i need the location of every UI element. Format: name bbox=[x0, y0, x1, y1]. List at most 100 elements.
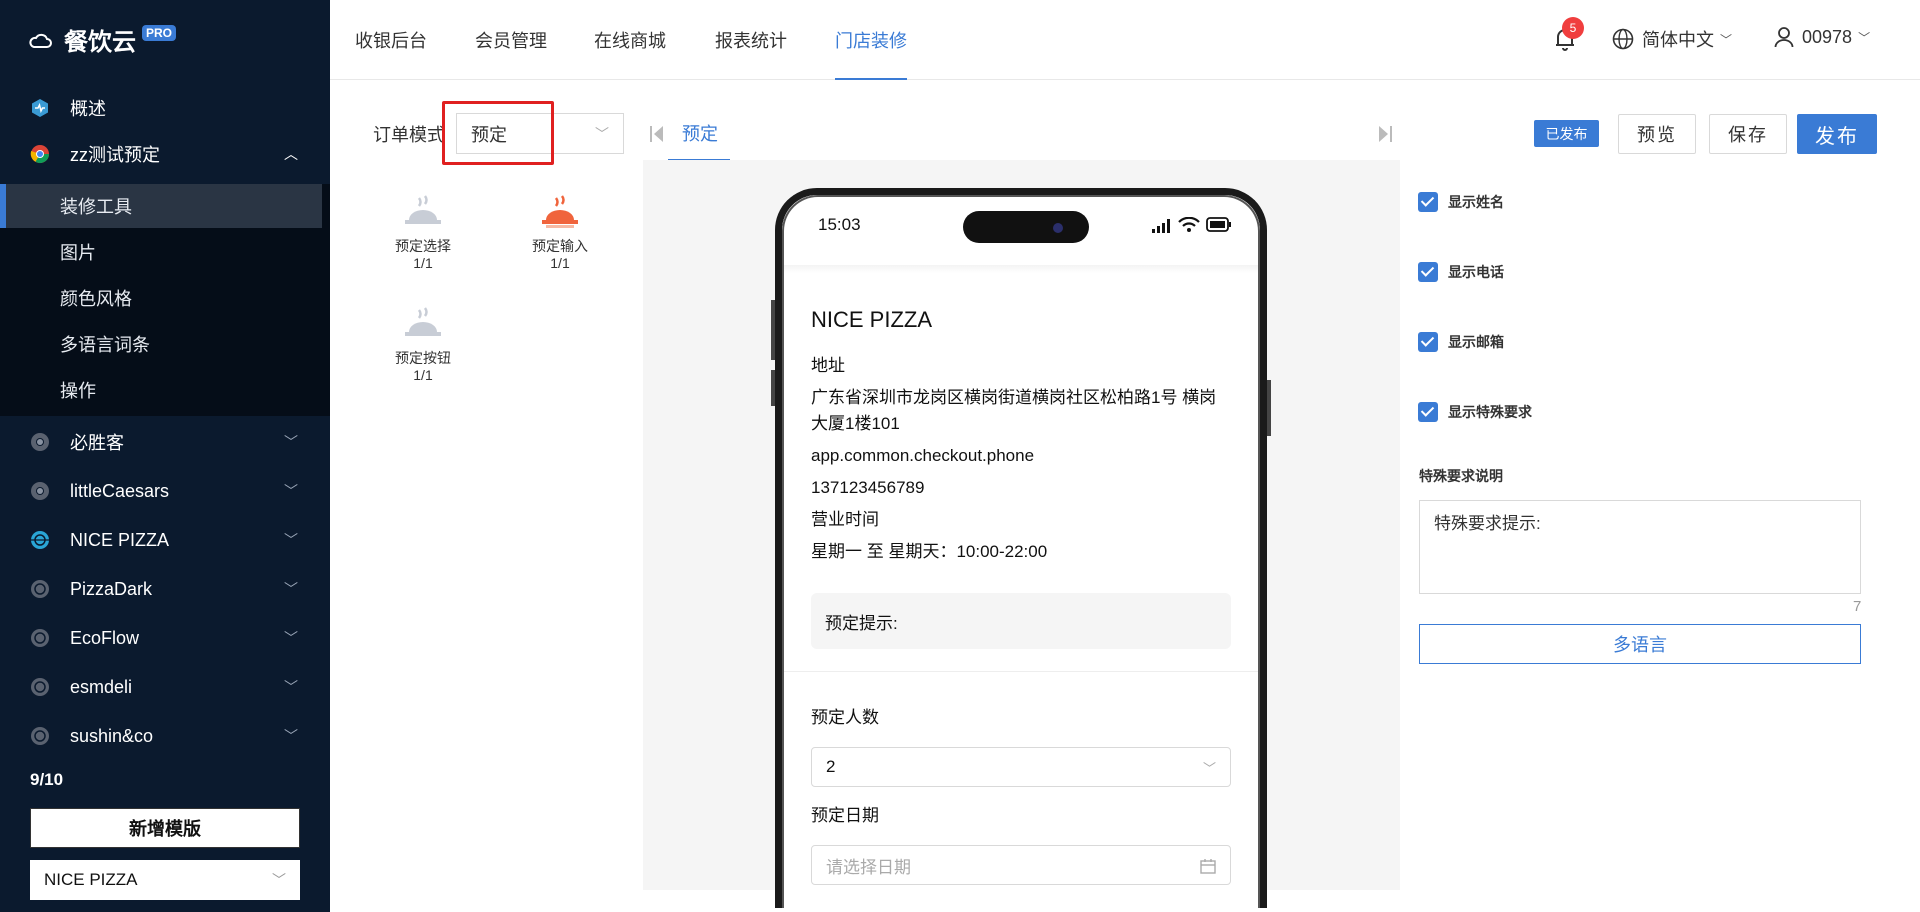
show-special-requests-checkbox[interactable]: 显示特殊要求 bbox=[1418, 402, 1532, 422]
notification-badge: 5 bbox=[1562, 17, 1584, 39]
phone-side-button bbox=[1267, 380, 1271, 436]
header-shadow bbox=[782, 265, 1260, 273]
serving-dish-icon bbox=[405, 195, 441, 224]
chevron-down-icon: ﹀ bbox=[1202, 760, 1216, 776]
camera-icon bbox=[1053, 223, 1063, 233]
submenu-item-i18n[interactable]: 多语言词条 bbox=[0, 322, 330, 366]
chevron-down-icon: ﹀ bbox=[595, 125, 609, 142]
add-template-button[interactable]: 新增模版 bbox=[30, 808, 300, 848]
tab-online-mall[interactable]: 在线商城 bbox=[594, 0, 666, 80]
checkbox-label: 显示邮箱 bbox=[1448, 334, 1504, 350]
party-size-select[interactable]: 2 ﹀ bbox=[811, 747, 1231, 787]
chevron-down-icon: ﹀ bbox=[284, 728, 298, 744]
language-switcher[interactable]: 简体中文 ﹀ bbox=[1612, 26, 1732, 52]
checkbox-checked-icon bbox=[1418, 402, 1438, 422]
phone-number: 137123456789 bbox=[811, 478, 925, 497]
tab-members[interactable]: 会员管理 bbox=[475, 0, 547, 80]
checkbox-label: 显示姓名 bbox=[1448, 194, 1504, 210]
tab-reports[interactable]: 报表统计 bbox=[715, 0, 787, 80]
order-mode-label: 订单模式 bbox=[373, 125, 445, 145]
special-requests-textarea[interactable]: 特殊要求提示: bbox=[1419, 500, 1861, 594]
sidebar-store-current[interactable]: zz测试预定 ︿ bbox=[0, 132, 330, 176]
sidebar-item-label: NICE PIZZA bbox=[70, 529, 170, 550]
submenu-item-images[interactable]: 图片 bbox=[0, 230, 330, 274]
serving-dish-icon bbox=[405, 307, 441, 336]
component-reservation-select[interactable]: 预定选择 1/1 bbox=[368, 190, 478, 272]
date-input[interactable]: 请选择日期 bbox=[811, 845, 1231, 885]
sidebar-store[interactable]: esmdeli ﹀ bbox=[0, 665, 330, 709]
template-count: 9/10 bbox=[30, 770, 64, 789]
overview-icon bbox=[32, 99, 48, 117]
store-icon bbox=[31, 727, 49, 745]
chevron-down-icon: ﹀ bbox=[284, 581, 298, 597]
submenu-item-label: 颜色风格 bbox=[60, 289, 132, 309]
save-button[interactable]: 保存 bbox=[1709, 114, 1787, 154]
dynamic-island bbox=[963, 211, 1089, 243]
cloud-icon bbox=[29, 33, 52, 48]
phone-side-button bbox=[771, 370, 775, 406]
char-count: 7 bbox=[1853, 598, 1862, 615]
user-menu[interactable]: 00978 ﹀ bbox=[1774, 26, 1870, 48]
component-reservation-input[interactable]: 预定输入 1/1 bbox=[505, 190, 615, 272]
tip-text: 预定提示: bbox=[825, 613, 898, 633]
sidebar-item-label: sushin&co bbox=[70, 725, 154, 746]
editor-tab-reservation[interactable]: 预定 bbox=[668, 108, 730, 161]
component-reservation-button[interactable]: 预定按钮 1/1 bbox=[368, 302, 478, 384]
chrome-icon bbox=[30, 145, 49, 164]
sidebar-item-label: 概述 bbox=[70, 99, 106, 119]
publish-button[interactable]: 发布 bbox=[1797, 114, 1877, 154]
component-label: 预定选择 bbox=[395, 238, 451, 254]
tab-cashier[interactable]: 收银后台 bbox=[355, 0, 427, 80]
language-label: 简体中文 bbox=[1642, 30, 1714, 50]
chrome-icon bbox=[31, 482, 49, 500]
show-email-checkbox[interactable]: 显示邮箱 bbox=[1418, 332, 1504, 352]
sidebar-store[interactable]: NICE PIZZA ﹀ bbox=[0, 518, 330, 562]
date-placeholder: 请选择日期 bbox=[826, 857, 911, 877]
tab-label: 收银后台 bbox=[355, 31, 427, 51]
published-badge: 已发布 bbox=[1534, 120, 1599, 147]
tab-label: 会员管理 bbox=[475, 31, 547, 51]
multilanguage-button[interactable]: 多语言 bbox=[1419, 624, 1861, 664]
show-name-checkbox[interactable]: 显示姓名 bbox=[1418, 192, 1504, 212]
sidebar-store[interactable]: littleCaesars ﹀ bbox=[0, 469, 330, 513]
tab-store-decoration[interactable]: 门店装修 bbox=[835, 0, 907, 80]
checkbox-checked-icon bbox=[1418, 192, 1438, 212]
wifi-icon bbox=[1178, 217, 1200, 232]
sidebar-item-label: littleCaesars bbox=[70, 480, 170, 501]
sidebar-store[interactable]: EcoFlow ﹀ bbox=[0, 616, 330, 660]
chevron-down-icon: ﹀ bbox=[1858, 30, 1871, 45]
battery-icon bbox=[1206, 217, 1231, 232]
pro-badge: PRO bbox=[142, 24, 177, 41]
next-page-icon[interactable] bbox=[1378, 126, 1392, 142]
submenu-item-label: 操作 bbox=[60, 381, 96, 401]
special-requests-label: 特殊要求说明 bbox=[1419, 468, 1503, 484]
checkbox-checked-icon bbox=[1418, 332, 1438, 352]
sidebar-item-label: EcoFlow bbox=[70, 627, 140, 648]
sidebar-store[interactable]: 必胜客 ﹀ bbox=[0, 420, 330, 464]
sidebar-store[interactable]: PizzaDark ﹀ bbox=[0, 567, 330, 611]
sidebar-store[interactable]: sushin&co ﹀ bbox=[0, 714, 330, 758]
submenu-item-label: 多语言词条 bbox=[60, 335, 150, 355]
party-size-value: 2 bbox=[826, 757, 836, 776]
sidebar-item-overview[interactable]: 概述 bbox=[0, 86, 330, 130]
status-time: 15:03 bbox=[818, 215, 861, 234]
signal-icon bbox=[1152, 219, 1170, 233]
party-size-label: 预定人数 bbox=[811, 708, 879, 727]
submenu-item-decoration-tool[interactable]: 装修工具 bbox=[0, 184, 322, 228]
brand-name: 餐饮云 bbox=[64, 29, 136, 56]
address-label: 地址 bbox=[811, 356, 845, 375]
preview-button[interactable]: 预览 bbox=[1618, 114, 1696, 154]
chevron-down-icon: ﹀ bbox=[1720, 32, 1733, 47]
chevron-down-icon: ﹀ bbox=[284, 679, 298, 695]
submenu-item-label: 装修工具 bbox=[60, 197, 132, 217]
submenu-item-label: 图片 bbox=[60, 243, 96, 263]
chevron-down-icon: ﹀ bbox=[284, 630, 298, 646]
template-select[interactable]: NICE PIZZA ﹀ bbox=[30, 860, 300, 900]
logo: 餐饮云 PRO bbox=[28, 22, 177, 57]
show-phone-checkbox[interactable]: 显示电话 bbox=[1418, 262, 1504, 282]
submenu-item-color-style[interactable]: 颜色风格 bbox=[0, 276, 330, 320]
prev-page-icon[interactable] bbox=[650, 126, 664, 142]
submenu-item-actions[interactable]: 操作 bbox=[0, 368, 330, 412]
serving-dish-icon bbox=[542, 195, 578, 228]
chevron-down-icon: ﹀ bbox=[284, 483, 298, 499]
